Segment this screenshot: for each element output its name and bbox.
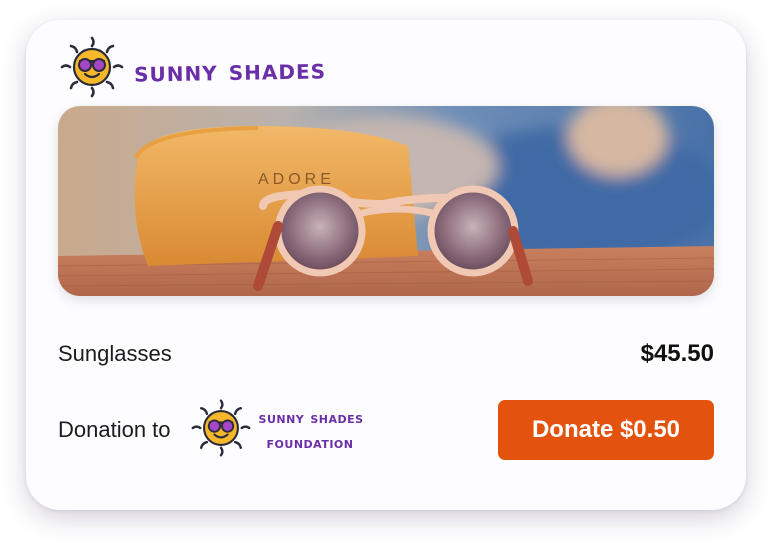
donate-button[interactable]: Donate $0.50 (498, 400, 714, 460)
foundation-name-line2: Foundation (266, 433, 354, 452)
brand-header: Sunny Shades (58, 34, 326, 105)
product-price: $45.50 (640, 340, 714, 367)
product-line: Sunglasses $45.50 (58, 336, 714, 372)
brand-name: Sunny Shades (133, 50, 327, 89)
checkout-card: Sunny Shades (26, 20, 746, 510)
product-hero-image: ADORE (58, 106, 714, 296)
donation-line: Donation to sunny shades foundation Dona… (58, 395, 714, 465)
product-label: Sunglasses (58, 341, 172, 366)
foundation-name-line1: Sunny Shades (258, 408, 364, 427)
donation-info: Donation to sunny shades foundation (58, 396, 364, 465)
svg-text:ADORE: ADORE (258, 171, 335, 188)
sun-logo-icon (58, 34, 126, 105)
foundation-name: Sunny Shades Foundation (259, 405, 364, 455)
foundation-logo: Sunny Shades Foundation (189, 396, 364, 465)
donation-label: Donation to (58, 417, 171, 442)
sun-logo-icon (189, 396, 253, 465)
